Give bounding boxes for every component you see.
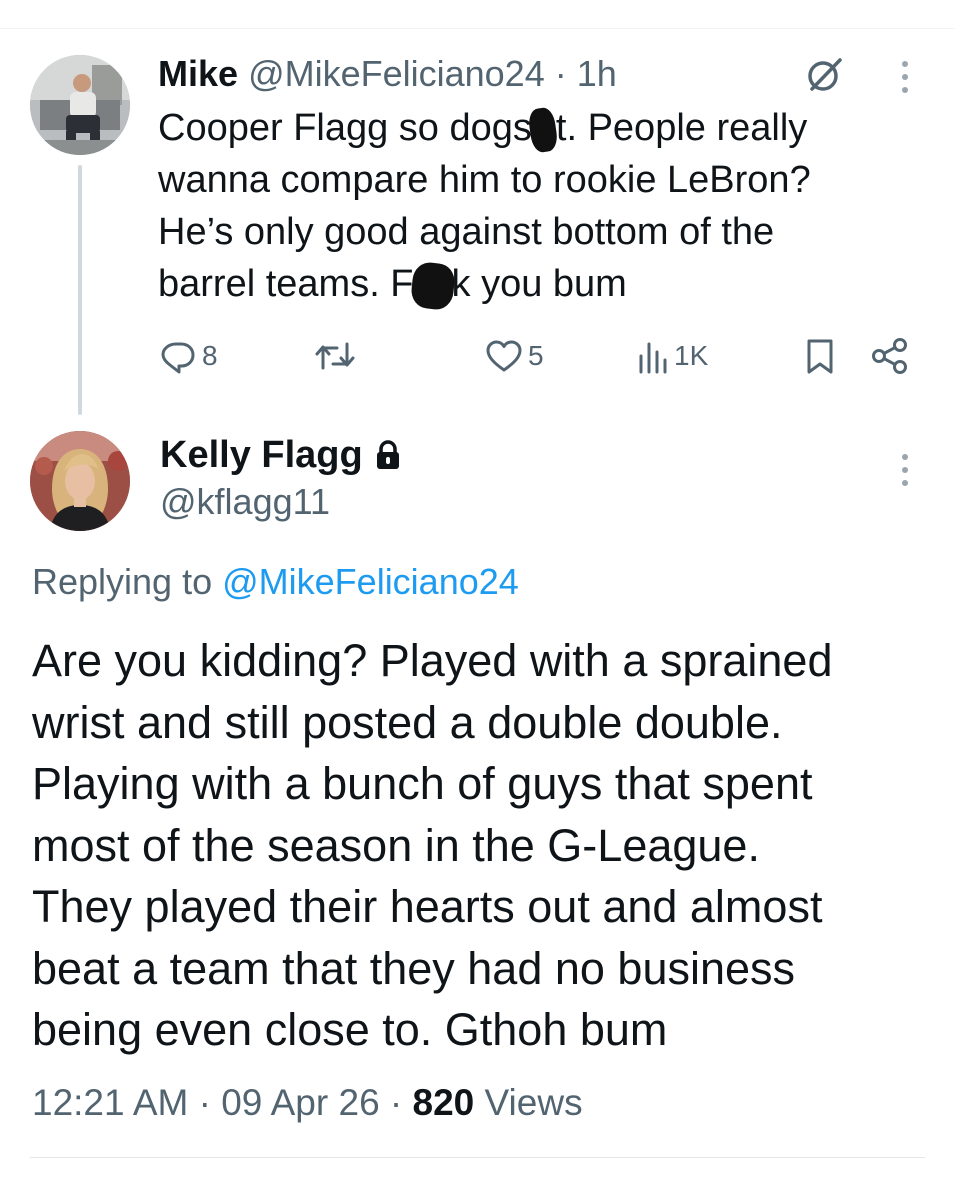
- text-fragment: Cooper Flagg so dogs: [158, 107, 532, 149]
- tweet-text-line: wrist and still posted a double double.: [32, 696, 783, 748]
- share-icon: [872, 338, 907, 374]
- top-divider: [0, 28, 955, 29]
- bookmark-button[interactable]: [803, 336, 837, 376]
- author-handle[interactable]: @MikeFeliciano24: [248, 53, 545, 94]
- replying-prefix: Replying to: [32, 561, 213, 602]
- like-count: 5: [528, 340, 544, 371]
- lock-icon: [376, 440, 399, 469]
- parent-tweet-header: Mike @MikeFeliciano24 · 1h: [158, 52, 617, 96]
- header-separator: ·: [554, 53, 567, 94]
- tweet-text-line: being even close to. Gthoh bum: [32, 1004, 668, 1055]
- tweet-text-line: barrel teams. F k you bum: [158, 258, 898, 312]
- reply-author-name-text: Kelly Flagg: [160, 434, 363, 476]
- parent-tweet-text: Cooper Flagg so dogs t. People really wan…: [158, 102, 898, 312]
- reply-icon: [161, 342, 195, 374]
- tweet-text-line: most of the season in the G-League.: [32, 819, 760, 871]
- tweet-text-line: wanna compare him to rookie LeBron?: [158, 159, 811, 201]
- text-fragment: t. People really: [555, 107, 808, 149]
- reply-count: 8: [202, 340, 218, 371]
- tweet-text-line: Cooper Flagg so dogs t. People really: [158, 102, 898, 154]
- grok-icon[interactable]: [804, 55, 844, 95]
- like-button[interactable]: 5: [484, 336, 544, 376]
- views-button[interactable]: 1K: [636, 336, 708, 376]
- tweet-text-line: Are you kidding? Played with a sprained: [32, 635, 833, 686]
- avatar-mike[interactable]: [30, 55, 130, 155]
- reply-author-name[interactable]: Kelly Flagg: [160, 432, 401, 478]
- tweet-time[interactable]: 12:21 AM: [32, 1082, 188, 1123]
- tweet-time-ago[interactable]: 1h: [577, 53, 617, 94]
- share-button[interactable]: [870, 336, 910, 376]
- tweet-text-line: beat a team that they had no business: [32, 942, 796, 994]
- retweet-icon: [315, 342, 355, 370]
- views-count: 1K: [674, 340, 709, 371]
- avatar-mike-photo: [30, 55, 130, 155]
- more-vertical-icon[interactable]: [899, 60, 911, 94]
- avatar-kelly-photo: [30, 431, 130, 531]
- author-name[interactable]: Mike: [158, 53, 238, 94]
- text-fragment: barrel teams. F: [158, 263, 414, 305]
- tweet-text-line: They played their hearts out and almost: [32, 881, 823, 932]
- views-chart-icon: [639, 342, 667, 374]
- tweet-meta: 12:21 AM · 09 Apr 26 · 820 Views: [32, 1080, 583, 1126]
- meta-separator: ·: [198, 1082, 211, 1123]
- bookmark-icon: [807, 339, 833, 374]
- heart-icon: [486, 340, 522, 372]
- more-vertical-icon[interactable]: [899, 453, 911, 487]
- replying-to: Replying to @MikeFeliciano24: [32, 560, 519, 604]
- text-fragment: k you bum: [451, 263, 627, 305]
- reply-button[interactable]: 8: [158, 336, 218, 376]
- tweet-date[interactable]: 09 Apr 26: [221, 1082, 379, 1123]
- retweet-button[interactable]: [314, 336, 360, 376]
- tweet-text-line: Playing with a bunch of guys that spent: [32, 758, 813, 809]
- redaction-mark: [409, 260, 456, 312]
- tweet-text-line: He’s only good against bottom of the: [158, 211, 775, 253]
- replying-mention-link[interactable]: @MikeFeliciano24: [222, 561, 519, 602]
- views-label: Views: [484, 1082, 583, 1123]
- reply-tweet-text: Are you kidding? Played with a sprained …: [32, 630, 932, 1061]
- views-count-value: 820: [412, 1082, 475, 1123]
- avatar-kelly[interactable]: [30, 431, 130, 531]
- thread-line: [78, 165, 82, 415]
- reply-author-handle[interactable]: @kflagg11: [160, 480, 330, 524]
- bottom-divider: [30, 1157, 925, 1158]
- meta-separator: ·: [389, 1082, 403, 1123]
